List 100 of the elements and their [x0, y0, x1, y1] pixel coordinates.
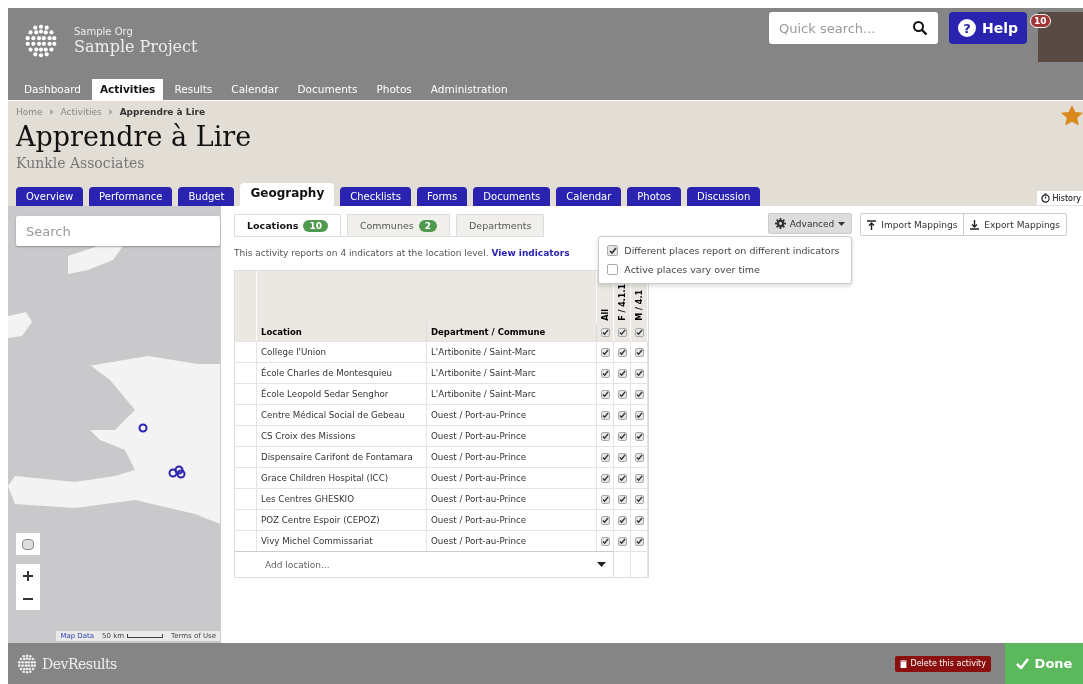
location-cell: École Charles de Montesquieu [257, 362, 427, 383]
download-icon [970, 219, 980, 230]
indicator-checkbox[interactable] [600, 452, 610, 462]
indicator-checkbox[interactable] [634, 410, 644, 420]
count-badge: 10 [303, 219, 328, 232]
advanced-dropdown-button[interactable]: Advanced [767, 213, 853, 234]
section-tab[interactable]: Calendar [556, 187, 622, 206]
section-tab[interactable]: Photos [627, 187, 682, 206]
option-label: Active places vary over time [624, 264, 760, 275]
count-badge: 2 [418, 219, 437, 232]
commune-cell: Ouest / Port-au-Prince [427, 467, 597, 488]
nav-tab[interactable]: Activities [91, 79, 164, 100]
location-cell: Les Centres GHESKIO [257, 488, 427, 509]
commune-cell: Ouest / Port-au-Prince [427, 488, 597, 509]
search-icon [912, 20, 928, 36]
section-tab[interactable]: Documents [473, 187, 551, 206]
indicator-checkbox[interactable] [634, 347, 644, 357]
location-cell: Dispensaire Carifont de Fontamara [257, 446, 427, 467]
header-cell [235, 271, 257, 323]
commune-cell: L'Artibonite / Saint-Marc [427, 362, 597, 383]
trash-icon [899, 659, 907, 668]
nav-tab[interactable]: Calendar [223, 79, 287, 100]
indicator-checkbox[interactable] [634, 515, 644, 525]
indicator-checkbox[interactable] [634, 452, 644, 462]
commune-cell: L'Artibonite / Saint-Marc [427, 383, 597, 404]
indicator-checkbox[interactable] [600, 536, 610, 546]
indicator-checkbox[interactable] [617, 431, 627, 441]
view-indicators-link[interactable]: View indicators [491, 248, 570, 258]
add-location-dropdown[interactable]: Add location... [235, 551, 614, 577]
indicator-checkbox[interactable] [600, 410, 610, 420]
indicator-checkbox[interactable] [617, 494, 627, 504]
section-tab[interactable]: Geography [240, 183, 335, 206]
indicator-checkbox[interactable] [600, 473, 610, 483]
column-checkbox[interactable] [600, 327, 610, 337]
list-tab[interactable]: Communes 2 [346, 214, 450, 236]
location-cell: CS Croix des Missions [257, 425, 427, 446]
indicator-checkbox[interactable] [617, 347, 627, 357]
indicator-checkbox[interactable] [617, 515, 627, 525]
nav-tab[interactable]: Photos [368, 79, 420, 100]
mapping-button[interactable]: Export Mappings [963, 214, 1066, 235]
column-header: Department / Commune [427, 323, 597, 341]
gear-icon [774, 218, 786, 229]
indicator-checkbox[interactable] [634, 389, 644, 399]
section-tab[interactable]: Overview [16, 187, 84, 206]
indicator-checkbox[interactable] [600, 347, 610, 357]
indicator-checkbox[interactable] [600, 494, 610, 504]
checkmark-icon [1015, 658, 1029, 669]
indicator-checkbox[interactable] [617, 473, 627, 483]
history-button[interactable]: History [1036, 191, 1083, 205]
breadcrumb-link[interactable]: Apprendre à Lire [119, 107, 206, 117]
section-tab[interactable]: Budget [178, 187, 235, 206]
indicator-checkbox[interactable] [600, 389, 610, 399]
map-search-field[interactable]: Search [16, 216, 220, 246]
indicator-checkbox[interactable] [600, 515, 610, 525]
breadcrumb-arrow-icon [49, 109, 54, 115]
indicator-column-header: All [600, 309, 610, 321]
indicator-checkbox[interactable] [600, 368, 610, 378]
draw-shape-button[interactable] [16, 533, 40, 555]
indicator-checkbox[interactable] [617, 368, 627, 378]
section-tab[interactable]: Forms [416, 187, 468, 206]
delete-activity-button[interactable]: Delete this activity [894, 655, 991, 672]
indicator-column-header: F / 4.1.1 [617, 284, 627, 321]
org-name: Sample Org [74, 26, 134, 37]
quick-search-field[interactable]: Quick search... [769, 12, 938, 44]
star-icon[interactable] [1061, 105, 1083, 126]
commune-cell: L'Artibonite / Saint-Marc [427, 341, 597, 362]
section-tab[interactable]: Performance [89, 187, 173, 206]
nav-tab[interactable]: Documents [289, 79, 366, 100]
commune-cell: Ouest / Port-au-Prince [427, 425, 597, 446]
indicator-checkbox[interactable] [617, 389, 627, 399]
indicator-checkbox[interactable] [634, 494, 644, 504]
column-header: Location [257, 323, 427, 341]
organization-name: Kunkle Associates [16, 155, 146, 171]
nav-tab[interactable]: Dashboard [16, 79, 89, 100]
stopwatch-icon [1040, 193, 1050, 203]
list-tab[interactable]: Departments [455, 214, 545, 236]
nav-tab[interactable]: Results [166, 79, 221, 100]
column-checkbox[interactable] [634, 327, 644, 337]
section-tab[interactable]: Discussion [687, 187, 761, 206]
indicator-checkbox[interactable] [617, 452, 627, 462]
help-button[interactable]: ? Help [949, 12, 1027, 44]
indicator-checkbox[interactable] [600, 431, 610, 441]
indicator-checkbox[interactable] [617, 536, 627, 546]
indicator-checkbox[interactable] [634, 431, 644, 441]
indicator-checkbox[interactable] [617, 410, 627, 420]
commune-cell: Ouest / Port-au-Prince [427, 446, 597, 467]
list-tab[interactable]: Locations 10 [234, 214, 341, 236]
breadcrumb-arrow-icon [108, 109, 113, 115]
brand-name: DevResults [42, 655, 117, 672]
indicator-checkbox[interactable] [634, 536, 644, 546]
option-label: Different places report on different indicators [624, 245, 840, 256]
nav-tab[interactable]: Administration [422, 79, 516, 100]
section-tab[interactable]: Checklists [340, 187, 411, 206]
location-cell: POZ Centre Espoir (CEPOZ) [257, 509, 427, 530]
indicator-checkbox[interactable] [634, 473, 644, 483]
indicator-column-header: M / 4.1 [634, 290, 644, 321]
option-checkbox[interactable] [607, 264, 619, 275]
column-checkbox[interactable] [617, 327, 627, 337]
indicator-checkbox[interactable] [634, 368, 644, 378]
option-checkbox[interactable] [607, 245, 619, 256]
